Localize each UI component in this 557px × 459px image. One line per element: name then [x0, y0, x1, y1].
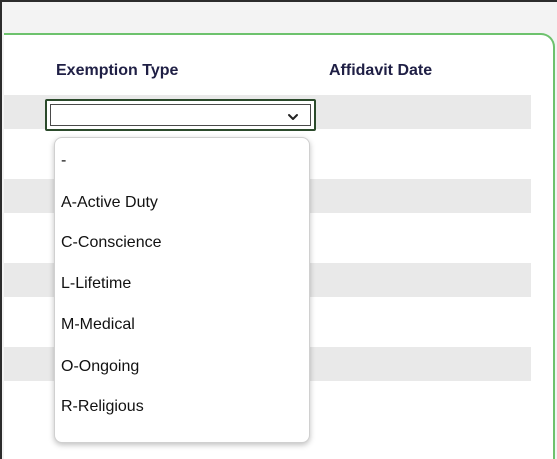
- exemption-type-select[interactable]: [45, 99, 316, 131]
- column-header-affidavit-date: Affidavit Date: [329, 62, 433, 79]
- table-header-row: Exemption Type Affidavit Date: [4, 35, 553, 95]
- exemption-type-dropdown-list: - A-Active Duty C-Conscience L-Lifetime …: [54, 137, 310, 443]
- option-lifetime[interactable]: L-Lifetime: [61, 275, 131, 293]
- exemptions-panel: Exemption Type Affidavit Date - A-Active…: [4, 33, 555, 459]
- option-medical[interactable]: M-Medical: [61, 316, 135, 334]
- option-conscience[interactable]: C-Conscience: [61, 234, 161, 252]
- window-frame: Exemption Type Affidavit Date - A-Active…: [0, 0, 557, 459]
- option-none[interactable]: -: [61, 152, 66, 170]
- option-active-duty[interactable]: A-Active Duty: [61, 194, 158, 212]
- option-religious[interactable]: R-Religious: [61, 398, 144, 416]
- exemption-type-select-field[interactable]: [50, 104, 311, 126]
- chevron-down-icon[interactable]: [286, 110, 300, 124]
- column-header-exemption-type: Exemption Type: [56, 62, 179, 79]
- option-ongoing[interactable]: O-Ongoing: [61, 358, 139, 376]
